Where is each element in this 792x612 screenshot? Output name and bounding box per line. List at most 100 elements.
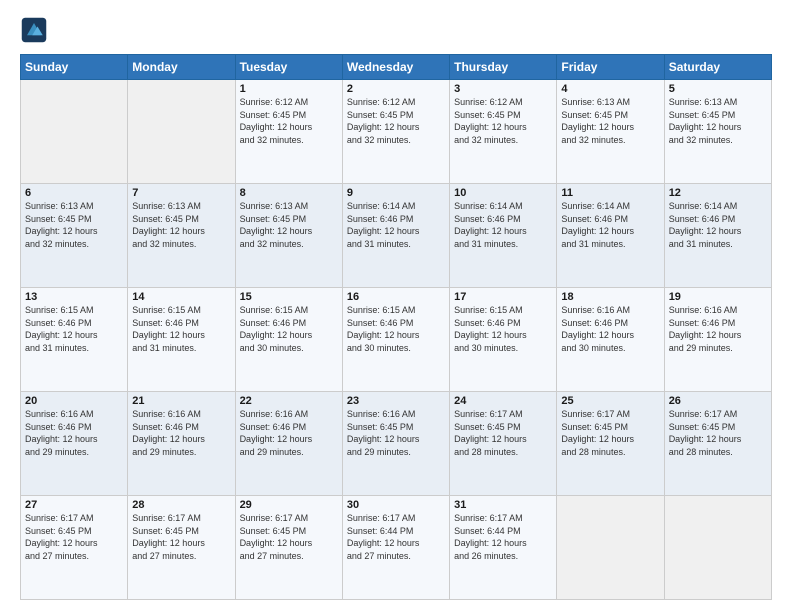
calendar-cell: 21Sunrise: 6:16 AM Sunset: 6:46 PM Dayli… (128, 392, 235, 496)
day-info: Sunrise: 6:16 AM Sunset: 6:46 PM Dayligh… (132, 408, 230, 458)
day-number: 17 (454, 291, 552, 303)
day-number: 23 (347, 395, 445, 407)
day-number: 31 (454, 499, 552, 511)
day-info: Sunrise: 6:17 AM Sunset: 6:45 PM Dayligh… (454, 408, 552, 458)
day-info: Sunrise: 6:13 AM Sunset: 6:45 PM Dayligh… (25, 200, 123, 250)
calendar-cell (664, 496, 771, 600)
calendar-week-3: 13Sunrise: 6:15 AM Sunset: 6:46 PM Dayli… (21, 288, 772, 392)
day-info: Sunrise: 6:16 AM Sunset: 6:46 PM Dayligh… (240, 408, 338, 458)
calendar-cell: 19Sunrise: 6:16 AM Sunset: 6:46 PM Dayli… (664, 288, 771, 392)
day-number: 22 (240, 395, 338, 407)
calendar-cell: 26Sunrise: 6:17 AM Sunset: 6:45 PM Dayli… (664, 392, 771, 496)
calendar-cell (21, 80, 128, 184)
day-info: Sunrise: 6:17 AM Sunset: 6:45 PM Dayligh… (561, 408, 659, 458)
page: SundayMondayTuesdayWednesdayThursdayFrid… (0, 0, 792, 612)
day-info: Sunrise: 6:17 AM Sunset: 6:45 PM Dayligh… (132, 512, 230, 562)
calendar-cell: 27Sunrise: 6:17 AM Sunset: 6:45 PM Dayli… (21, 496, 128, 600)
calendar-cell: 9Sunrise: 6:14 AM Sunset: 6:46 PM Daylig… (342, 184, 449, 288)
weekday-header-wednesday: Wednesday (342, 55, 449, 80)
day-number: 16 (347, 291, 445, 303)
day-info: Sunrise: 6:15 AM Sunset: 6:46 PM Dayligh… (347, 304, 445, 354)
day-number: 12 (669, 187, 767, 199)
calendar-week-2: 6Sunrise: 6:13 AM Sunset: 6:45 PM Daylig… (21, 184, 772, 288)
weekday-header-thursday: Thursday (450, 55, 557, 80)
day-number: 11 (561, 187, 659, 199)
header (20, 16, 772, 44)
day-number: 25 (561, 395, 659, 407)
calendar-week-4: 20Sunrise: 6:16 AM Sunset: 6:46 PM Dayli… (21, 392, 772, 496)
calendar-cell: 28Sunrise: 6:17 AM Sunset: 6:45 PM Dayli… (128, 496, 235, 600)
calendar-cell: 2Sunrise: 6:12 AM Sunset: 6:45 PM Daylig… (342, 80, 449, 184)
calendar-cell: 7Sunrise: 6:13 AM Sunset: 6:45 PM Daylig… (128, 184, 235, 288)
weekday-header-saturday: Saturday (664, 55, 771, 80)
day-info: Sunrise: 6:17 AM Sunset: 6:44 PM Dayligh… (347, 512, 445, 562)
calendar-week-5: 27Sunrise: 6:17 AM Sunset: 6:45 PM Dayli… (21, 496, 772, 600)
day-info: Sunrise: 6:16 AM Sunset: 6:46 PM Dayligh… (669, 304, 767, 354)
day-info: Sunrise: 6:12 AM Sunset: 6:45 PM Dayligh… (454, 96, 552, 146)
calendar-cell: 23Sunrise: 6:16 AM Sunset: 6:45 PM Dayli… (342, 392, 449, 496)
calendar-cell (557, 496, 664, 600)
day-number: 21 (132, 395, 230, 407)
day-info: Sunrise: 6:12 AM Sunset: 6:45 PM Dayligh… (347, 96, 445, 146)
day-info: Sunrise: 6:17 AM Sunset: 6:44 PM Dayligh… (454, 512, 552, 562)
day-number: 15 (240, 291, 338, 303)
calendar-cell: 3Sunrise: 6:12 AM Sunset: 6:45 PM Daylig… (450, 80, 557, 184)
day-info: Sunrise: 6:15 AM Sunset: 6:46 PM Dayligh… (132, 304, 230, 354)
day-number: 6 (25, 187, 123, 199)
calendar-cell: 6Sunrise: 6:13 AM Sunset: 6:45 PM Daylig… (21, 184, 128, 288)
calendar-cell: 13Sunrise: 6:15 AM Sunset: 6:46 PM Dayli… (21, 288, 128, 392)
day-number: 3 (454, 83, 552, 95)
calendar-cell (128, 80, 235, 184)
day-number: 26 (669, 395, 767, 407)
calendar-cell: 16Sunrise: 6:15 AM Sunset: 6:46 PM Dayli… (342, 288, 449, 392)
day-info: Sunrise: 6:14 AM Sunset: 6:46 PM Dayligh… (669, 200, 767, 250)
day-number: 29 (240, 499, 338, 511)
day-info: Sunrise: 6:14 AM Sunset: 6:46 PM Dayligh… (454, 200, 552, 250)
day-info: Sunrise: 6:16 AM Sunset: 6:46 PM Dayligh… (25, 408, 123, 458)
calendar-cell: 24Sunrise: 6:17 AM Sunset: 6:45 PM Dayli… (450, 392, 557, 496)
calendar-cell: 8Sunrise: 6:13 AM Sunset: 6:45 PM Daylig… (235, 184, 342, 288)
day-number: 19 (669, 291, 767, 303)
day-number: 28 (132, 499, 230, 511)
weekday-header-friday: Friday (557, 55, 664, 80)
calendar-cell: 20Sunrise: 6:16 AM Sunset: 6:46 PM Dayli… (21, 392, 128, 496)
day-info: Sunrise: 6:12 AM Sunset: 6:45 PM Dayligh… (240, 96, 338, 146)
calendar-cell: 15Sunrise: 6:15 AM Sunset: 6:46 PM Dayli… (235, 288, 342, 392)
weekday-header-row: SundayMondayTuesdayWednesdayThursdayFrid… (21, 55, 772, 80)
day-info: Sunrise: 6:15 AM Sunset: 6:46 PM Dayligh… (25, 304, 123, 354)
day-number: 27 (25, 499, 123, 511)
day-info: Sunrise: 6:15 AM Sunset: 6:46 PM Dayligh… (454, 304, 552, 354)
day-info: Sunrise: 6:15 AM Sunset: 6:46 PM Dayligh… (240, 304, 338, 354)
day-number: 10 (454, 187, 552, 199)
calendar-cell: 12Sunrise: 6:14 AM Sunset: 6:46 PM Dayli… (664, 184, 771, 288)
calendar-cell: 22Sunrise: 6:16 AM Sunset: 6:46 PM Dayli… (235, 392, 342, 496)
day-info: Sunrise: 6:13 AM Sunset: 6:45 PM Dayligh… (561, 96, 659, 146)
day-number: 14 (132, 291, 230, 303)
weekday-header-tuesday: Tuesday (235, 55, 342, 80)
calendar-table: SundayMondayTuesdayWednesdayThursdayFrid… (20, 54, 772, 600)
logo-icon (20, 16, 48, 44)
day-info: Sunrise: 6:17 AM Sunset: 6:45 PM Dayligh… (25, 512, 123, 562)
calendar-cell: 18Sunrise: 6:16 AM Sunset: 6:46 PM Dayli… (557, 288, 664, 392)
day-info: Sunrise: 6:16 AM Sunset: 6:45 PM Dayligh… (347, 408, 445, 458)
day-info: Sunrise: 6:17 AM Sunset: 6:45 PM Dayligh… (240, 512, 338, 562)
calendar-cell: 14Sunrise: 6:15 AM Sunset: 6:46 PM Dayli… (128, 288, 235, 392)
day-number: 18 (561, 291, 659, 303)
day-number: 30 (347, 499, 445, 511)
weekday-header-sunday: Sunday (21, 55, 128, 80)
day-number: 4 (561, 83, 659, 95)
day-info: Sunrise: 6:16 AM Sunset: 6:46 PM Dayligh… (561, 304, 659, 354)
day-info: Sunrise: 6:13 AM Sunset: 6:45 PM Dayligh… (669, 96, 767, 146)
day-number: 1 (240, 83, 338, 95)
calendar-cell: 4Sunrise: 6:13 AM Sunset: 6:45 PM Daylig… (557, 80, 664, 184)
calendar-cell: 29Sunrise: 6:17 AM Sunset: 6:45 PM Dayli… (235, 496, 342, 600)
day-number: 2 (347, 83, 445, 95)
day-number: 20 (25, 395, 123, 407)
weekday-header-monday: Monday (128, 55, 235, 80)
day-number: 5 (669, 83, 767, 95)
day-number: 13 (25, 291, 123, 303)
calendar-cell: 25Sunrise: 6:17 AM Sunset: 6:45 PM Dayli… (557, 392, 664, 496)
calendar-cell: 30Sunrise: 6:17 AM Sunset: 6:44 PM Dayli… (342, 496, 449, 600)
calendar-cell: 17Sunrise: 6:15 AM Sunset: 6:46 PM Dayli… (450, 288, 557, 392)
day-number: 8 (240, 187, 338, 199)
